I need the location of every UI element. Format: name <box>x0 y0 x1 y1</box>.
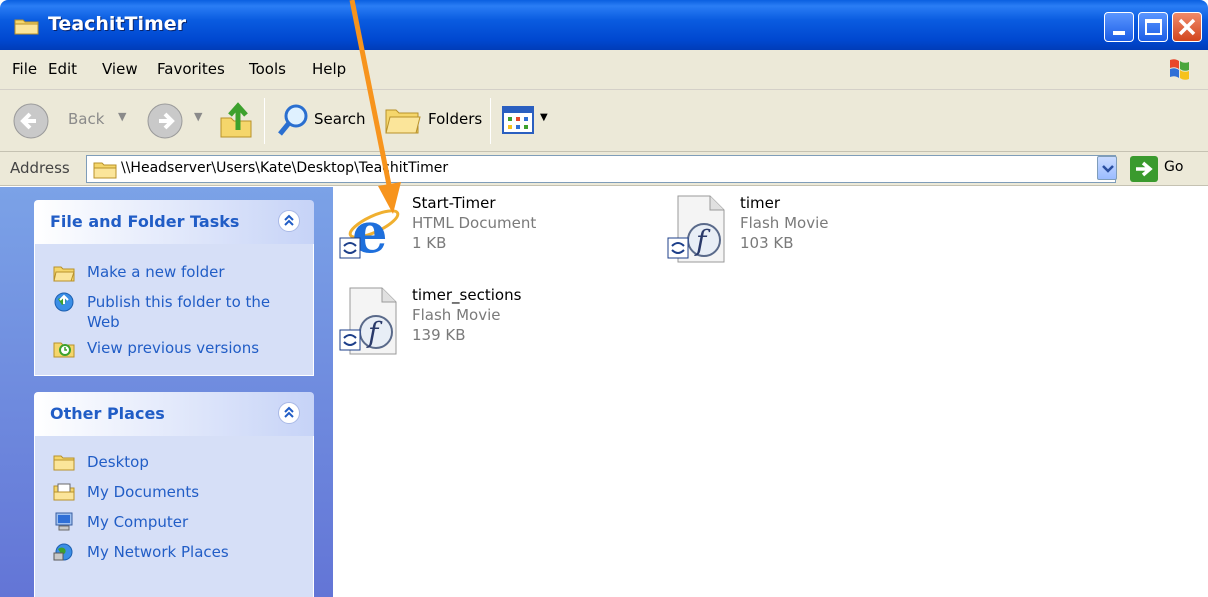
close-button[interactable] <box>1172 12 1202 42</box>
menu-favorites[interactable]: Favorites <box>157 60 225 78</box>
views-button[interactable]: ▼ <box>500 90 556 152</box>
file-item[interactable]: f timer Flash Movie 103 KB <box>666 194 926 270</box>
collapse-chevron-icon[interactable] <box>278 210 300 232</box>
forward-button[interactable]: ▼ <box>144 90 210 152</box>
file-name: timer_sections <box>412 286 522 304</box>
folder-icon <box>93 162 117 179</box>
toolbar: Back ▼ ▼ Search Folders ▼ <box>0 90 1208 152</box>
windows-logo-icon <box>1170 59 1189 80</box>
go-button[interactable] <box>1130 156 1158 182</box>
window-title: TeachitTimer <box>48 13 187 35</box>
folders-icon <box>385 109 421 134</box>
network-places-icon <box>53 543 73 561</box>
views-dropdown-icon: ▼ <box>540 112 548 123</box>
up-folder-button[interactable] <box>218 90 258 152</box>
file-folder-tasks-panel: File and Folder Tasks Make a new folder <box>34 200 314 376</box>
chevron-down-icon <box>1102 165 1114 173</box>
collapse-chevron-icon[interactable] <box>278 402 300 424</box>
file-type: Flash Movie <box>740 214 829 232</box>
panel-header[interactable]: Other Places <box>34 392 314 436</box>
panel-title: File and Folder Tasks <box>50 212 240 231</box>
task-pane: File and Folder Tasks Make a new folder <box>0 187 333 597</box>
place-label: My Documents <box>87 483 200 501</box>
minimize-icon <box>1113 31 1125 35</box>
folders-button[interactable]: Folders <box>382 90 482 152</box>
address-bar: Address \\Headserver\Users\Kate\Desktop\… <box>0 152 1208 186</box>
publish-web-icon <box>54 292 74 312</box>
maximize-button[interactable] <box>1138 12 1168 42</box>
go-label[interactable]: Go <box>1164 159 1183 175</box>
panel-header[interactable]: File and Folder Tasks <box>34 200 314 244</box>
address-value: \\Headserver\Users\Kate\Desktop\TeachitT… <box>121 160 449 176</box>
panel-title: Other Places <box>50 404 165 423</box>
panel-body: Desktop My Documents My Computer My Netw… <box>34 436 314 597</box>
menu-help[interactable]: Help <box>312 60 346 78</box>
file-size: 139 KB <box>412 326 466 344</box>
internet-explorer-html-icon: e <box>339 200 400 264</box>
toolbar-separator <box>490 98 491 144</box>
place-label: Desktop <box>87 453 149 471</box>
file-type: Flash Movie <box>412 306 501 324</box>
go-arrow-icon <box>1136 161 1153 177</box>
file-size: 103 KB <box>740 234 794 252</box>
back-dropdown-icon[interactable]: ▼ <box>118 110 126 123</box>
task-label: View previous versions <box>87 339 260 357</box>
views-icon <box>502 106 534 134</box>
explorer-window: TeachitTimer File Edit View Favorites To… <box>0 0 1208 597</box>
my-documents-icon <box>53 483 75 501</box>
forward-dropdown-icon[interactable]: ▼ <box>194 110 202 123</box>
minimize-button[interactable] <box>1104 12 1134 42</box>
other-places-panel: Other Places Desktop My Documents My Com… <box>34 392 314 597</box>
file-name: timer <box>740 194 781 212</box>
flash-movie-icon: f <box>339 287 397 355</box>
search-button[interactable]: Search <box>274 90 370 152</box>
menu-tools[interactable]: Tools <box>249 60 286 78</box>
file-name: Start-Timer <box>412 194 496 212</box>
back-button[interactable]: Back ▼ <box>10 90 130 152</box>
place-label: My Network Places <box>87 543 229 561</box>
file-item[interactable]: e Start-Timer HTML Document 1 KB <box>338 194 598 270</box>
back-arrow-icon <box>13 103 49 139</box>
forward-arrow-icon <box>147 103 183 139</box>
file-type: HTML Document <box>412 214 537 232</box>
address-label: Address <box>10 159 70 177</box>
flash-movie-icon: f <box>667 195 725 263</box>
place-label: My Computer <box>87 513 189 531</box>
menu-view[interactable]: View <box>102 60 138 78</box>
folder-icon <box>14 19 39 35</box>
file-item[interactable]: f timer_sections Flash Movie 139 KB <box>338 286 598 362</box>
previous-versions-icon <box>53 342 75 358</box>
search-icon <box>278 104 308 136</box>
task-label: Make a new folder <box>87 263 225 281</box>
toolbar-separator <box>264 98 265 144</box>
close-icon <box>1178 18 1196 36</box>
back-label: Back <box>68 110 105 128</box>
desktop-folder-icon <box>53 455 75 471</box>
folders-label: Folders <box>428 110 483 128</box>
maximize-icon <box>1145 19 1162 35</box>
menu-edit[interactable]: Edit <box>48 60 77 78</box>
panel-body: Make a new folder Publish this folder to… <box>34 244 314 376</box>
file-size: 1 KB <box>412 234 447 252</box>
up-folder-icon <box>220 102 252 138</box>
task-label: Publish this folder to the Web <box>87 293 271 331</box>
new-folder-icon <box>53 266 75 282</box>
my-computer-icon <box>55 512 73 531</box>
menu-file[interactable]: File <box>12 60 37 78</box>
address-input[interactable]: \\Headserver\Users\Kate\Desktop\TeachitT… <box>86 155 1116 183</box>
menu-bar: File Edit View Favorites Tools Help <box>0 50 1208 90</box>
search-label: Search <box>314 110 366 128</box>
address-dropdown-button[interactable] <box>1097 156 1117 180</box>
title-bar[interactable]: TeachitTimer <box>0 0 1208 50</box>
